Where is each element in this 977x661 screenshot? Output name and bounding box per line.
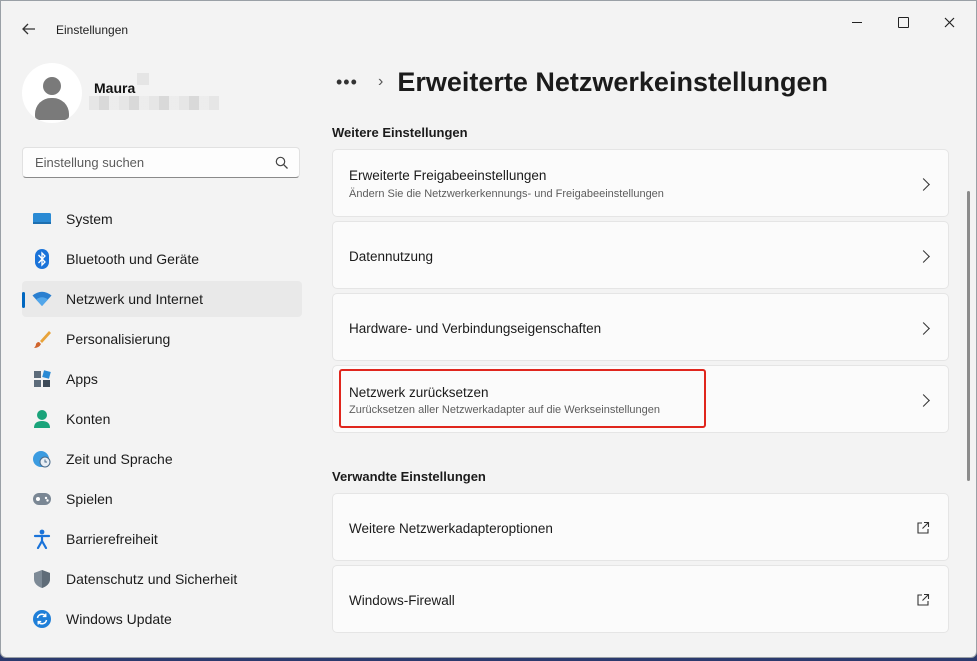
- sidebar-item-privacy[interactable]: Datenschutz und Sicherheit: [22, 561, 302, 597]
- profile-email-redacted: [89, 96, 219, 110]
- maximize-button[interactable]: [880, 7, 926, 37]
- apps-icon: [32, 369, 52, 389]
- card-title: Weitere Netzwerkadapteroptionen: [349, 521, 553, 536]
- chevron-right-icon: [917, 250, 930, 263]
- sidebar-item-label: Apps: [66, 371, 98, 387]
- chevron-right-icon: ›: [378, 73, 384, 90]
- card-title: Windows-Firewall: [349, 593, 455, 608]
- card-more-adapter-options[interactable]: Weitere Netzwerkadapteroptionen: [332, 493, 949, 561]
- profile-name: Maura: [94, 80, 136, 96]
- sidebar-item-label: Spielen: [66, 491, 113, 507]
- minimize-button[interactable]: [834, 7, 880, 37]
- back-button[interactable]: [15, 15, 43, 43]
- sidebar-item-time-language[interactable]: Zeit und Sprache: [22, 441, 302, 477]
- open-external-icon: [917, 593, 930, 606]
- active-indicator: [22, 292, 25, 308]
- sidebar-item-accessibility[interactable]: Barrierefreiheit: [22, 521, 302, 557]
- sidebar-nav: System Bluetooth und Geräte Netzwerk und…: [22, 201, 302, 641]
- sidebar-item-accounts[interactable]: Konten: [22, 401, 302, 437]
- title-bar: Einstellungen: [1, 1, 976, 45]
- card-hardware-properties[interactable]: Hardware- und Verbindungseigenschaften: [332, 293, 949, 361]
- sidebar-item-label: Windows Update: [66, 611, 172, 627]
- sidebar-item-bluetooth[interactable]: Bluetooth und Geräte: [22, 241, 302, 277]
- arrow-left-icon: [22, 23, 35, 35]
- sidebar-item-apps[interactable]: Apps: [22, 361, 302, 397]
- avatar-head: [43, 77, 61, 95]
- close-icon: [944, 17, 954, 27]
- accessibility-icon: [32, 529, 52, 549]
- profile-blur: [137, 73, 149, 85]
- search-icon[interactable]: [275, 156, 289, 170]
- settings-window: Einstellungen Maura Sy: [0, 0, 977, 658]
- card-subtitle: Ändern Sie die Netzwerkerkennungs- und F…: [349, 188, 664, 200]
- shield-icon: [32, 569, 52, 589]
- bluetooth-icon: [32, 249, 52, 269]
- open-external-icon: [917, 521, 930, 534]
- app-title: Einstellungen: [56, 23, 129, 37]
- avatar[interactable]: [22, 63, 82, 123]
- highlight-box: [339, 369, 706, 428]
- sidebar-item-label: Datenschutz und Sicherheit: [66, 571, 238, 587]
- section-title-related-settings: Verwandte Einstellungen: [332, 469, 486, 484]
- card-advanced-sharing[interactable]: Erweiterte Freigabeeinstellungen Ändern …: [332, 149, 949, 217]
- page-title: Erweiterte Netzwerkeinstellungen: [397, 66, 828, 97]
- breadcrumb: ••• › Erweiterte Netzwerkeinstellungen: [336, 65, 828, 99]
- card-title: Hardware- und Verbindungseigenschaften: [349, 321, 602, 336]
- avatar-body: [35, 98, 69, 120]
- sidebar-item-personalization[interactable]: Personalisierung: [22, 321, 302, 357]
- sidebar-item-label: System: [66, 211, 113, 227]
- sidebar-item-label: Personalisierung: [66, 331, 171, 347]
- minimize-icon: [852, 21, 862, 23]
- sidebar-item-gaming[interactable]: Spielen: [22, 481, 302, 517]
- search-box[interactable]: [22, 147, 300, 178]
- person-icon: [32, 409, 52, 429]
- sidebar-item-label: Barrierefreiheit: [66, 531, 158, 547]
- chevron-right-icon: [917, 178, 930, 191]
- breadcrumb-more-button[interactable]: •••: [336, 72, 366, 93]
- chevron-right-icon: [917, 394, 930, 407]
- sync-icon: [32, 609, 52, 629]
- sidebar-item-label: Zeit und Sprache: [66, 451, 173, 467]
- card-data-usage[interactable]: Datennutzung: [332, 221, 949, 289]
- maximize-icon: [897, 16, 909, 28]
- card-windows-firewall[interactable]: Windows-Firewall: [332, 565, 949, 633]
- sidebar-item-label: Konten: [66, 411, 111, 427]
- search-input[interactable]: [33, 154, 267, 171]
- card-title: Erweiterte Freigabeeinstellungen: [349, 168, 547, 183]
- sidebar-item-label: Netzwerk und Internet: [66, 291, 203, 307]
- chevron-right-icon: [917, 322, 930, 335]
- section-title-more-settings: Weitere Einstellungen: [332, 125, 468, 140]
- card-title: Datennutzung: [349, 249, 434, 264]
- brush-icon: [32, 329, 52, 349]
- wifi-icon: [32, 289, 52, 309]
- sidebar-item-network[interactable]: Netzwerk und Internet: [22, 281, 302, 317]
- close-button[interactable]: [926, 7, 972, 37]
- scrollbar[interactable]: [967, 191, 970, 481]
- sidebar-item-windows-update[interactable]: Windows Update: [22, 601, 302, 637]
- globe-clock-icon: [32, 449, 52, 469]
- sidebar-item-label: Bluetooth und Geräte: [66, 251, 200, 267]
- gamepad-icon: [32, 489, 52, 509]
- sidebar-item-system[interactable]: System: [22, 201, 302, 237]
- monitor-icon: [32, 209, 52, 229]
